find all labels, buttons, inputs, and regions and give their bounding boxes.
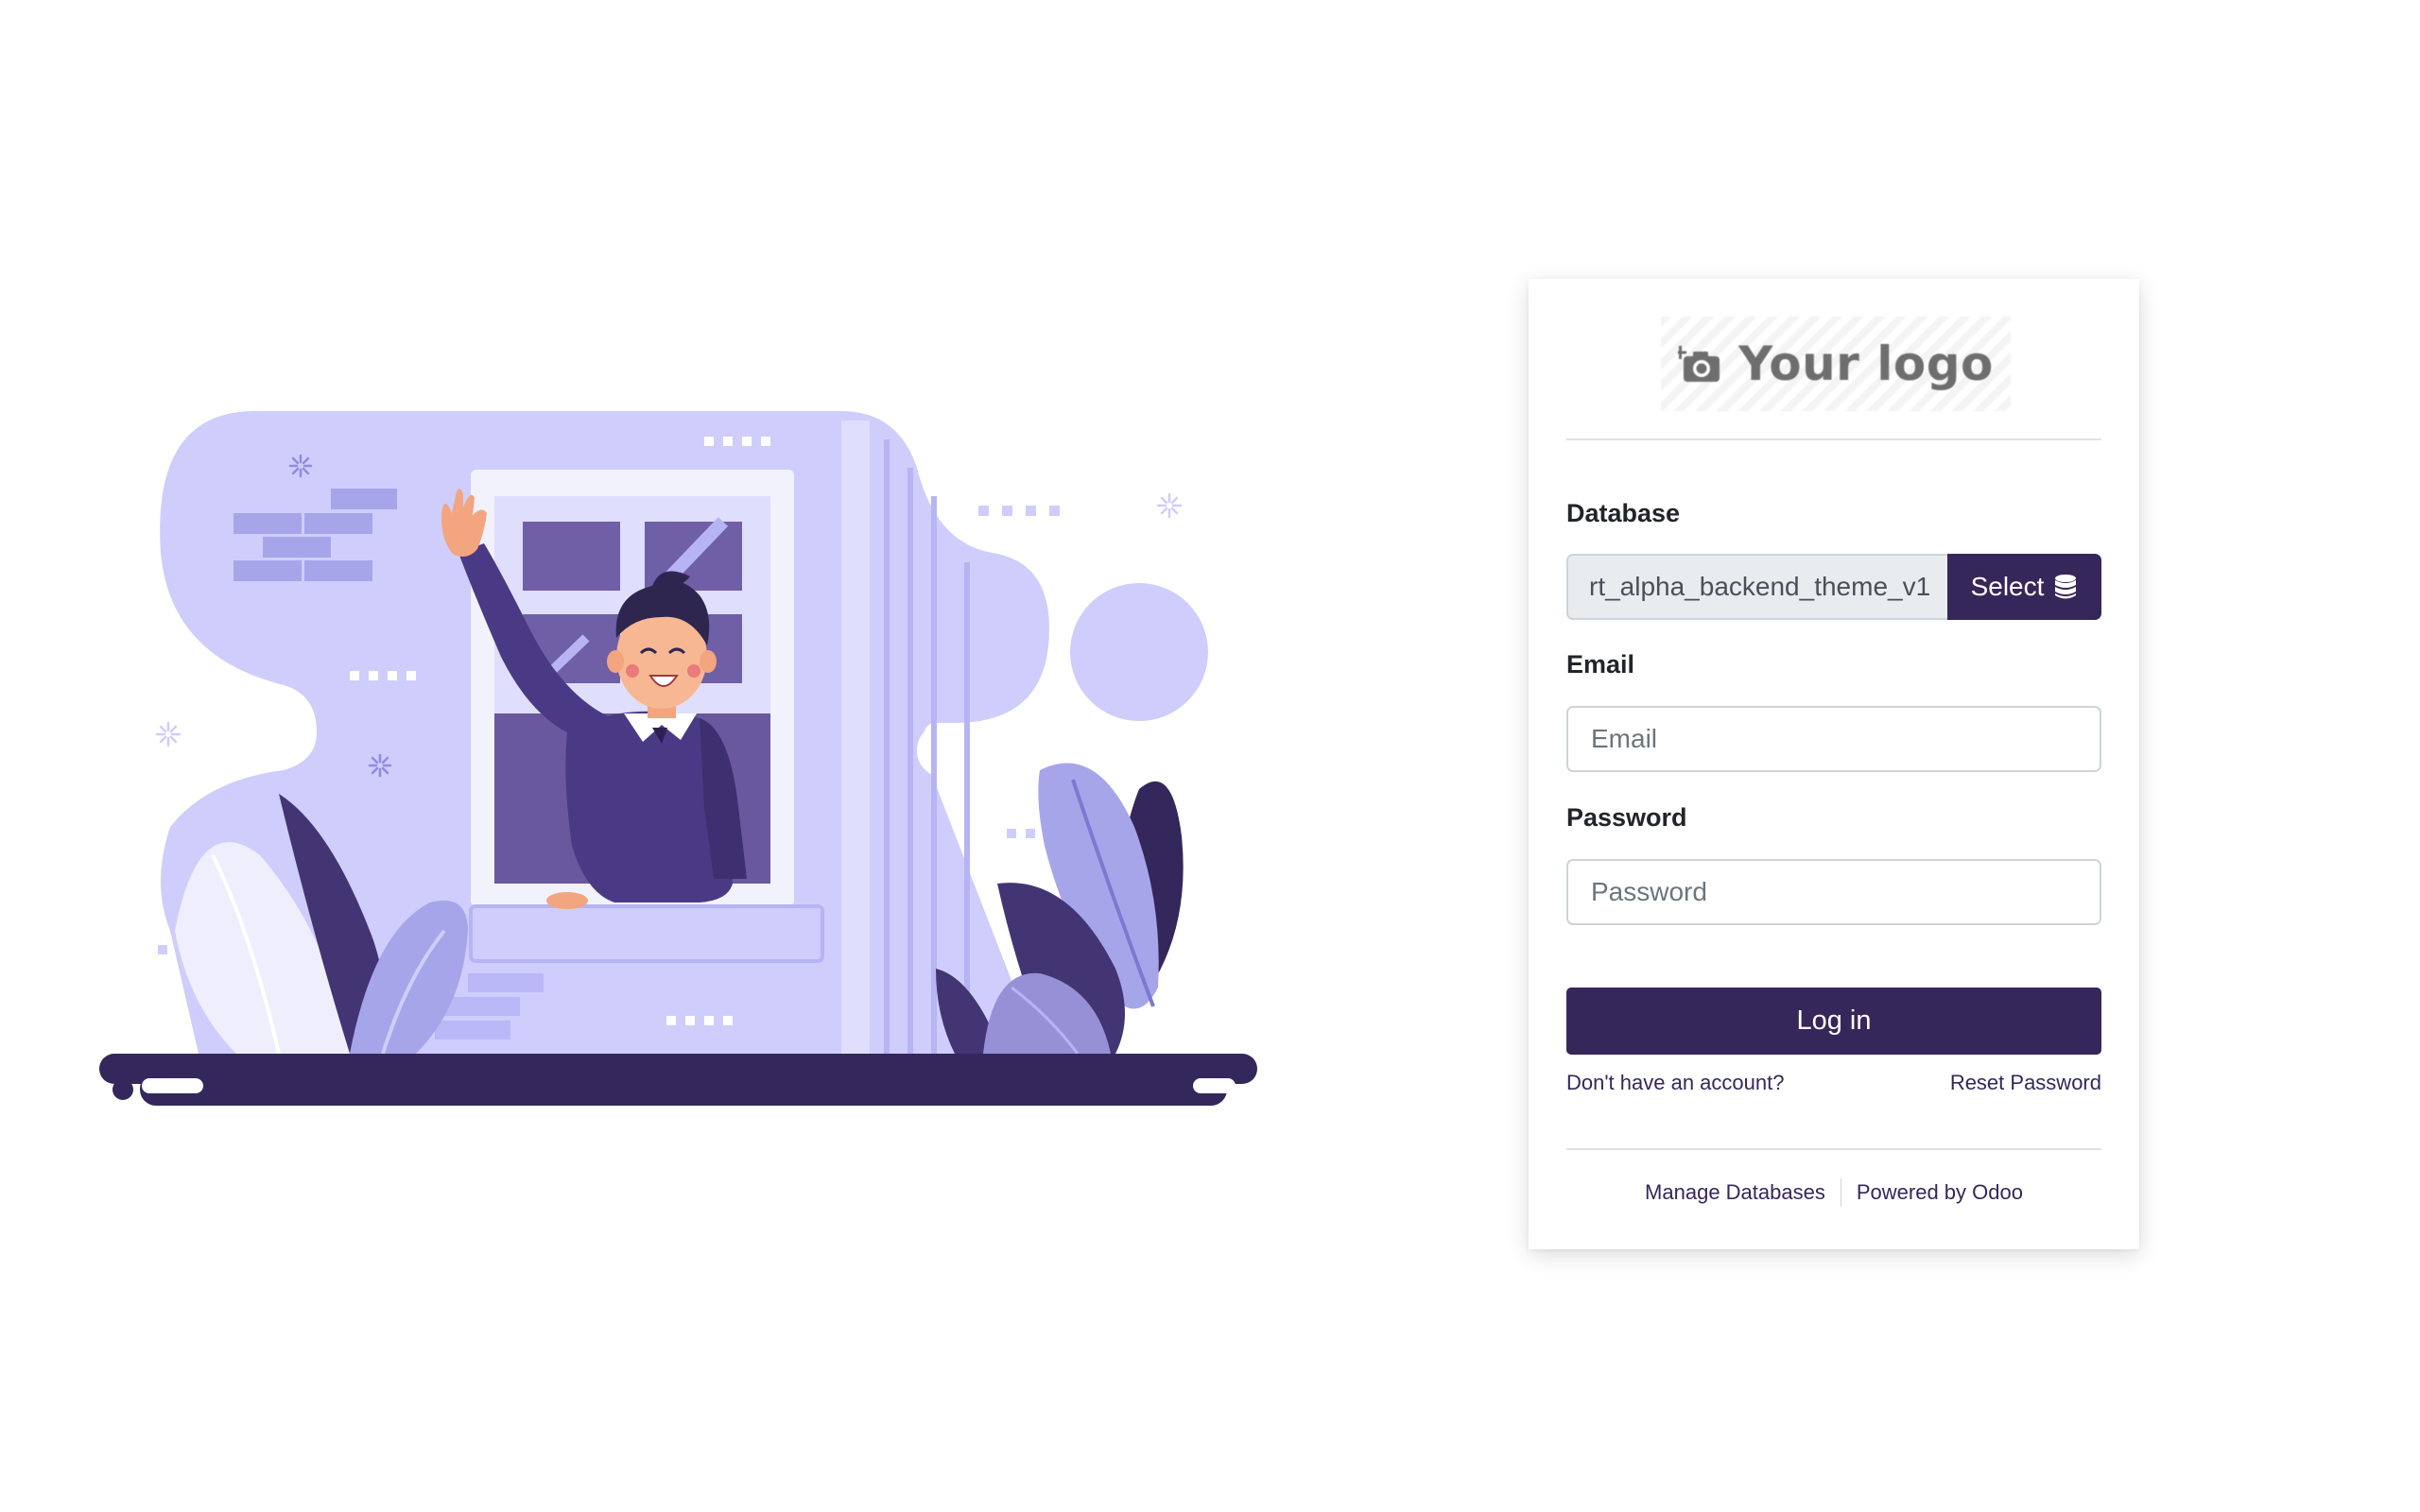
database-selector: rt_alpha_backend_theme_v1 Select bbox=[1566, 554, 2101, 620]
reset-password-link[interactable]: Reset Password bbox=[1950, 1071, 2101, 1095]
powered-by-link[interactable]: Powered by Odoo bbox=[1857, 1180, 2023, 1205]
login-card: Your logo Database rt_alpha_backend_them… bbox=[1529, 279, 2139, 1249]
add-photo-camera-icon bbox=[1678, 346, 1720, 382]
login-button[interactable]: Log in bbox=[1566, 988, 2101, 1055]
database-field[interactable]: rt_alpha_backend_theme_v1 bbox=[1566, 554, 1947, 620]
signup-link[interactable]: Don't have an account? bbox=[1566, 1071, 1784, 1095]
email-field[interactable] bbox=[1566, 706, 2101, 772]
password-label: Password bbox=[1566, 803, 1687, 832]
login-illustration bbox=[95, 402, 1257, 1139]
divider bbox=[1566, 438, 2101, 440]
divider bbox=[1566, 1148, 2101, 1150]
manage-databases-link[interactable]: Manage Databases bbox=[1645, 1180, 1825, 1205]
logo-text: Your logo bbox=[1738, 336, 1994, 391]
decor-circle bbox=[1070, 583, 1208, 721]
select-button-label: Select bbox=[1970, 572, 2045, 601]
email-label: Email bbox=[1566, 650, 1635, 679]
database-label: Database bbox=[1566, 499, 1681, 527]
database-icon bbox=[2055, 575, 2077, 599]
ground bbox=[99, 1054, 1257, 1106]
footer: Manage Databases Powered by Odoo bbox=[1529, 1178, 2139, 1207]
select-database-button[interactable]: Select bbox=[1947, 554, 2101, 620]
password-field[interactable] bbox=[1566, 859, 2101, 925]
company-logo: Your logo bbox=[1661, 317, 2011, 411]
